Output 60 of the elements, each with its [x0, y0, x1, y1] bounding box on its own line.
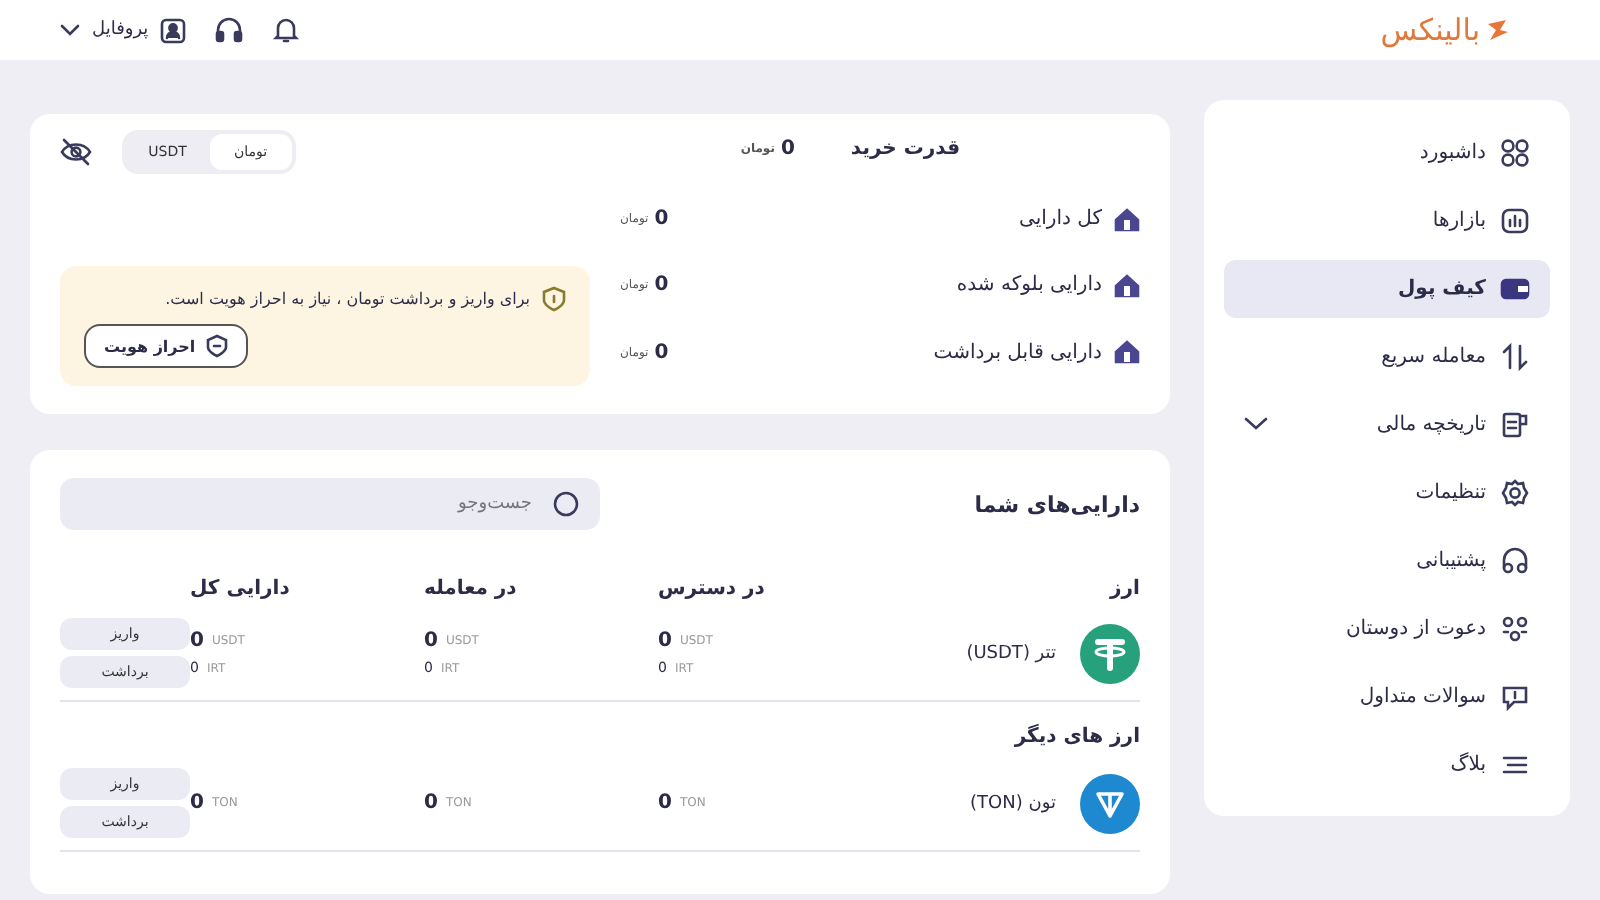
grid-icon: [1500, 138, 1530, 168]
currency-name: تون (TON): [970, 793, 1056, 813]
balance-label: کل دارایی: [1019, 208, 1102, 231]
purchase-power-label: قدرت خرید: [850, 138, 960, 161]
column-header: در معامله: [424, 577, 517, 599]
nav-label: سوالات متداول: [1359, 686, 1486, 708]
tether-icon: [1080, 623, 1140, 683]
headphones-icon[interactable]: [214, 16, 245, 44]
nav-label: داشبورد: [1419, 142, 1486, 164]
sidebar-item[interactable]: تاریخچه مالی: [1224, 396, 1550, 454]
bell-icon[interactable]: [272, 16, 301, 44]
nav-label: معامله سریع: [1381, 346, 1486, 368]
sidebar-item[interactable]: معامله سریع: [1224, 328, 1550, 386]
receipt-icon: [1500, 410, 1530, 440]
currency-name: تتر (USDT): [966, 643, 1056, 663]
chevron-down-icon: [60, 22, 80, 38]
notice-text: برای واریز و برداشت تومان ، نیاز به احراز هویت است.: [165, 290, 530, 308]
sidebar-item[interactable]: داشبورد: [1224, 124, 1550, 182]
sidebar-item[interactable]: تنظیمات: [1224, 464, 1550, 522]
column-header: ارز: [1110, 577, 1140, 599]
house-icon: [1114, 273, 1140, 298]
nav-label: بازارها: [1432, 210, 1486, 232]
settings-icon: [1500, 478, 1530, 508]
sidebar-item[interactable]: سوالات متداول: [1224, 668, 1550, 726]
search-field[interactable]: جست‌وجو: [60, 478, 600, 530]
sidebar-item[interactable]: دعوت از دوستان: [1224, 600, 1550, 658]
sidebar-item[interactable]: بازارها: [1224, 192, 1550, 250]
sidebar-item[interactable]: کیف پول: [1224, 260, 1550, 318]
nav-label: دعوت از دوستان: [1345, 618, 1486, 640]
nav-label: کیف پول: [1398, 278, 1486, 300]
people-icon: [1500, 614, 1530, 644]
ton-icon: [1080, 773, 1140, 833]
wallet-icon: [1500, 274, 1530, 304]
nav-label: تنظیمات: [1415, 482, 1486, 504]
logo-icon: [1486, 18, 1510, 42]
column-header: در دسترس: [658, 577, 765, 599]
section-title: دارایی‌های شما: [974, 491, 1140, 517]
user-icon: [160, 17, 187, 43]
balance-label: دارایی بلوکه شده: [956, 274, 1102, 297]
chart-icon: [1500, 206, 1530, 236]
sidebar-item[interactable]: پشتیبانی: [1224, 532, 1550, 590]
shield-icon: [205, 334, 228, 358]
shield-icon: [542, 286, 566, 312]
nav-label: پشتیبانی: [1416, 550, 1486, 572]
eye-off-icon[interactable]: [60, 138, 92, 166]
search-icon: [552, 490, 580, 518]
balance-label: دارایی قابل برداشت: [933, 341, 1102, 364]
chevron-down-icon[interactable]: [1244, 416, 1268, 432]
chat-icon: [1500, 682, 1530, 712]
arrows-icon: [1500, 342, 1530, 372]
verify-button[interactable]: احراز هویت: [84, 324, 248, 368]
section-title: ارز های دیگر: [1012, 726, 1140, 748]
column-header: دارایی کل: [190, 577, 290, 599]
house-icon: [1114, 207, 1140, 232]
sidebar-item[interactable]: بلاگ: [1224, 736, 1550, 794]
headphones-icon: [1500, 546, 1530, 576]
nav-label: تاریخچه مالی: [1376, 414, 1486, 436]
nav-label: بلاگ: [1450, 754, 1486, 776]
profile-button[interactable]: پروفایل: [60, 17, 187, 43]
house-icon: [1114, 340, 1140, 365]
